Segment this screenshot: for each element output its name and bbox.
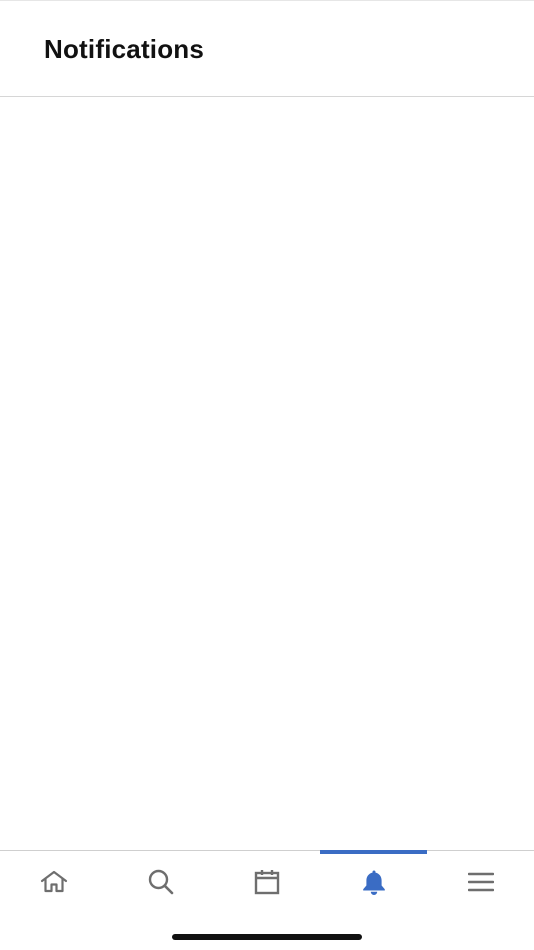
search-icon [147, 868, 175, 896]
tab-menu[interactable] [427, 851, 534, 913]
header: Notifications [0, 0, 534, 97]
notifications-list [0, 97, 534, 850]
tab-calendar[interactable] [213, 851, 320, 913]
tab-search[interactable] [107, 851, 214, 913]
calendar-icon [254, 869, 280, 895]
notifications-screen: Notifications [0, 0, 534, 950]
page-title: Notifications [44, 34, 205, 64]
tab-notifications[interactable] [320, 851, 427, 913]
tab-home[interactable] [0, 851, 107, 913]
home-indicator [172, 934, 362, 940]
bell-icon [360, 868, 388, 896]
hamburger-menu-icon [467, 871, 494, 893]
home-icon [39, 870, 69, 894]
